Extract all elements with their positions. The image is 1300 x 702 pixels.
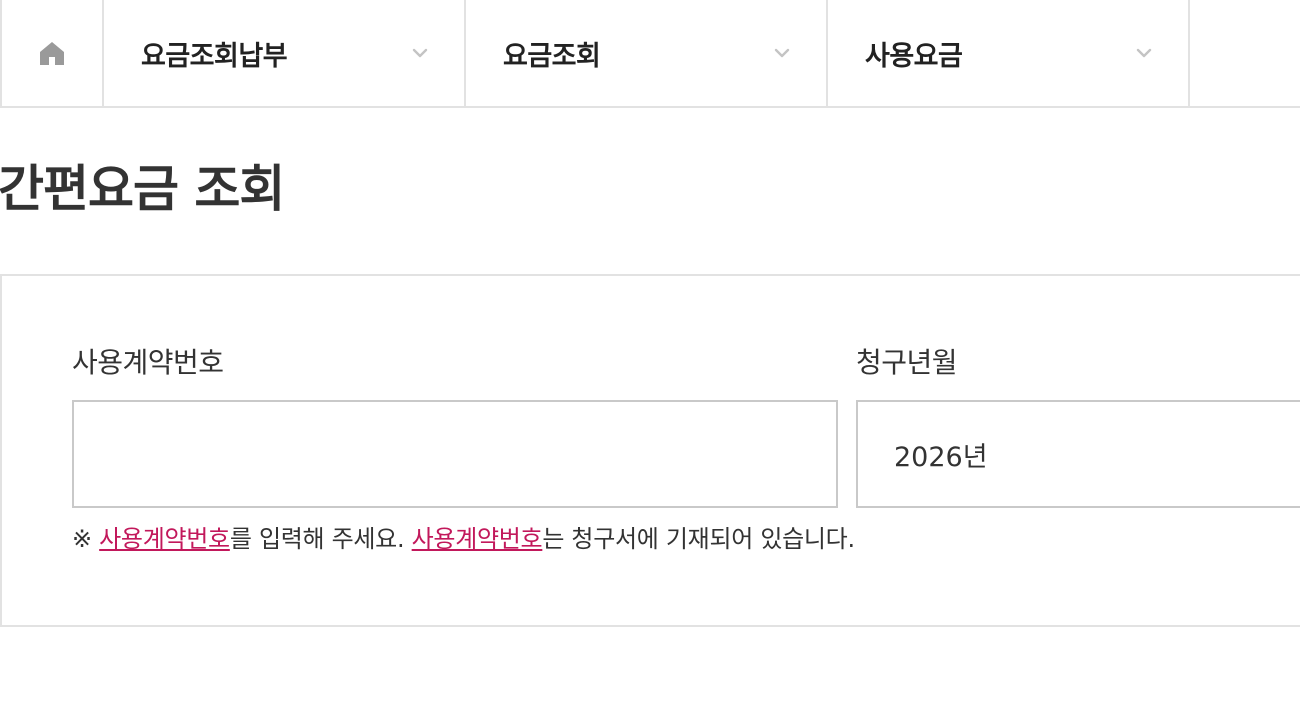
breadcrumb-spacer	[1190, 0, 1300, 106]
notice-mark: ※	[72, 525, 92, 553]
chevron-down-icon	[774, 48, 790, 58]
breadcrumb: 요금조회납부 요금조회 사용요금	[0, 0, 1300, 108]
breadcrumb-label: 요금조회납부	[141, 40, 288, 72]
breadcrumb-label: 사용요금	[865, 40, 963, 72]
contract-number-notice: ※ 사용계약번호를 입력해 주세요. 사용계약번호는 청구서에 기재되어 있습니…	[72, 522, 855, 556]
inquiry-form-panel: 사용계약번호 청구년월 2026년 ※ 사용계약번호를 입력해 주세요. 사용계…	[0, 274, 1300, 627]
contract-number-link[interactable]: 사용계약번호	[412, 525, 543, 553]
breadcrumb-item-usage-fee[interactable]: 사용요금	[828, 0, 1190, 106]
billing-period-label: 청구년월	[856, 346, 958, 379]
breadcrumb-item-payment[interactable]: 요금조회납부	[104, 0, 466, 106]
billing-year-select[interactable]: 2026년	[856, 400, 1300, 508]
chevron-down-icon	[1136, 48, 1152, 58]
breadcrumb-label: 요금조회	[503, 40, 601, 72]
page-title: 간편요금 조회	[0, 160, 285, 218]
home-icon	[40, 42, 64, 65]
billing-year-value: 2026년	[894, 441, 988, 473]
chevron-down-icon	[412, 48, 428, 58]
notice-text: 를 입력해 주세요.	[229, 525, 405, 553]
contract-number-link[interactable]: 사용계약번호	[99, 525, 230, 553]
breadcrumb-item-bill-inquiry[interactable]: 요금조회	[466, 0, 828, 106]
contract-number-input[interactable]	[72, 400, 838, 508]
contract-number-label: 사용계약번호	[72, 346, 224, 379]
notice-text: 는 청구서에 기재되어 있습니다.	[542, 525, 855, 553]
home-button[interactable]	[0, 0, 104, 106]
